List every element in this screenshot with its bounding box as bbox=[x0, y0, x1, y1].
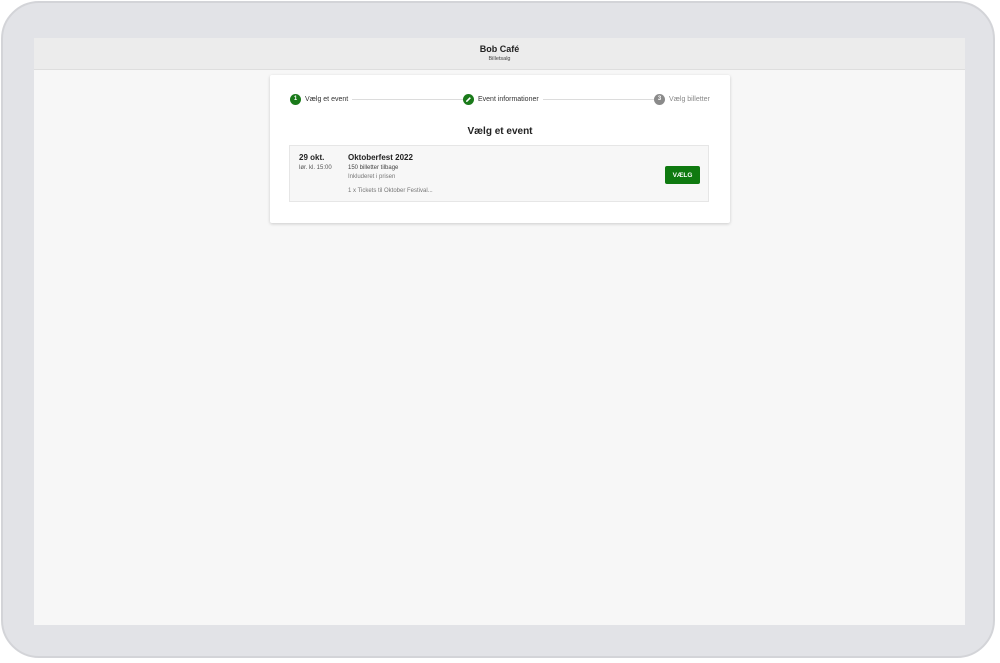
app-subtitle: Billetsalg bbox=[488, 56, 511, 62]
step-number-badge: 1 bbox=[290, 93, 301, 105]
app-header: Bob Café Billetsalg bbox=[34, 38, 965, 70]
step-label: Vælg et event bbox=[305, 95, 349, 103]
stepper-connector bbox=[542, 99, 655, 100]
select-event-button[interactable]: VÆLG bbox=[665, 166, 700, 184]
tickets-remaining: 150 billetter tilbage bbox=[348, 165, 399, 171]
event-date: 29 okt. bbox=[299, 153, 325, 162]
step-label: Event informationer bbox=[478, 95, 539, 103]
step-choose-tickets[interactable]: 3 Vælg billetter bbox=[654, 93, 714, 105]
event-selection-card: 1 Vælg et event Event informationer 3 Væ… bbox=[270, 75, 730, 223]
stepper: 1 Vælg et event Event informationer 3 Væ… bbox=[290, 93, 714, 107]
app-title: Bob Café bbox=[479, 44, 520, 54]
step-event-info[interactable]: Event informationer bbox=[463, 93, 543, 105]
stepper-connector bbox=[350, 99, 465, 100]
app-screen: Bob Café Billetsalg 1 Vælg et event Even… bbox=[34, 38, 965, 625]
section-title: Vælg et event bbox=[467, 126, 533, 137]
pencil-icon bbox=[463, 93, 474, 105]
price-included-note: Inkluderet i prisen bbox=[348, 174, 396, 180]
step-choose-event[interactable]: 1 Vælg et event bbox=[290, 93, 353, 105]
ticket-summary: 1 x Tickets til Oktober Festival... bbox=[348, 188, 433, 194]
step-number-badge: 3 bbox=[654, 93, 665, 105]
event-time: lør. kl. 15:00 bbox=[299, 165, 332, 171]
event-list-item: 29 okt. lør. kl. 15:00 Oktoberfest 2022 … bbox=[289, 145, 709, 202]
step-label: Vælg billetter bbox=[669, 95, 710, 103]
event-name: Oktoberfest 2022 bbox=[348, 153, 413, 162]
